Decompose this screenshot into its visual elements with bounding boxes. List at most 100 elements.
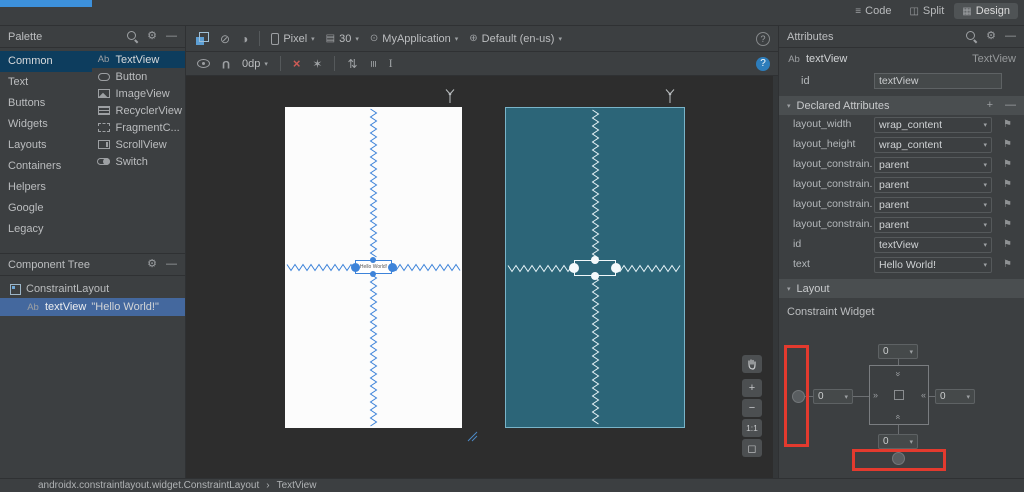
design-toolbar: ⊘ ◑ Pixel ▾ ▤ 30 ▾ ⊙ MyApplication ▾ ⊕ D…	[186, 26, 778, 52]
tab-code[interactable]: ≡ Code	[847, 3, 899, 19]
palette-category-widgets[interactable]: Widgets	[0, 114, 92, 135]
resize-handle-icon[interactable]	[466, 430, 478, 442]
palette-item-switch[interactable]: Switch	[92, 153, 186, 170]
constraint-chevron-right[interactable]: «	[921, 391, 926, 400]
locale-selector[interactable]: ⊕ Default (en-us) ▾	[469, 33, 562, 45]
anchor-bottom[interactable]	[370, 271, 376, 277]
breadcrumb-constraintlayout[interactable]: androidx.constraintlayout.widget.Constra…	[38, 480, 259, 491]
tab-split[interactable]: ◫ Split	[901, 3, 952, 19]
palette-category-common[interactable]: Common	[0, 51, 92, 72]
attr-value-combo[interactable]: wrap_content ▾	[874, 137, 992, 153]
flag-icon[interactable]: ⚑	[1003, 139, 1012, 150]
section-layout[interactable]: ▾ Layout	[779, 279, 1024, 298]
infer-constraints-icon[interactable]: ✶	[312, 58, 322, 70]
constraint-chevron-top[interactable]: »	[894, 371, 904, 375]
pack-icon[interactable]: ⇅	[347, 58, 357, 70]
palette-item-imageview[interactable]: ImageView	[92, 85, 186, 102]
guidelines-icon[interactable]: I	[389, 56, 393, 71]
minimize-icon[interactable]: —	[166, 259, 177, 270]
attr-value-combo[interactable]: parent ▾	[874, 177, 992, 193]
palette-category-layouts[interactable]: Layouts	[0, 135, 92, 156]
tab-design[interactable]: ▦ Design	[954, 3, 1018, 19]
section-declared-attributes[interactable]: ▾ Declared Attributes + —	[779, 96, 1024, 115]
ui-mode-icon[interactable]: ◑	[241, 33, 248, 45]
tree-item-constraintlayout[interactable]: ConstraintLayout	[0, 280, 185, 298]
pan-button[interactable]	[742, 355, 762, 373]
constraint-chevron-bottom[interactable]: «	[894, 414, 904, 418]
palette-category-containers[interactable]: Containers	[0, 156, 92, 177]
design-surface-icon[interactable]	[196, 32, 209, 45]
clear-constraints-icon[interactable]: ×	[293, 56, 301, 71]
anchor-right[interactable]	[611, 263, 621, 273]
autoconnect-magnet-icon[interactable]: U	[222, 58, 230, 70]
help-icon[interactable]: ?	[756, 57, 770, 71]
palette-item-button[interactable]: Button	[92, 68, 186, 85]
api-selector[interactable]: ▤ 30 ▾	[326, 33, 359, 45]
anchor-left[interactable]	[351, 263, 360, 272]
add-attribute-icon[interactable]: +	[987, 100, 993, 111]
minimize-icon[interactable]: —	[166, 31, 177, 42]
gear-icon[interactable]: ⚙	[986, 31, 996, 42]
constraint-widget-square[interactable]: » « » «	[869, 365, 929, 425]
margin-left-combo[interactable]: 0 ▾	[813, 389, 853, 404]
palette-category-helpers[interactable]: Helpers	[0, 177, 92, 198]
attr-value-combo[interactable]: parent ▾	[874, 217, 992, 233]
zoom-to-fit-button[interactable]: ◻	[742, 439, 762, 457]
search-icon[interactable]	[127, 31, 138, 42]
flag-icon[interactable]: ⚑	[1003, 199, 1012, 210]
tree-item-textview[interactable]: Ab textView "Hello World!"	[0, 298, 185, 316]
flag-icon[interactable]: ⚑	[1003, 259, 1012, 270]
attr-row-id: id textView ▾ ⚑	[793, 237, 1012, 253]
flag-icon[interactable]: ⚑	[1003, 219, 1012, 230]
constraint-chevron-left[interactable]: »	[873, 391, 878, 400]
design-canvas[interactable]: Hello World! + − 1:1 ◻	[186, 76, 778, 478]
view-options-icon[interactable]	[197, 59, 210, 68]
margin-top-combo[interactable]: 0 ▾	[878, 344, 918, 359]
device-screen-design[interactable]: Hello World!	[285, 107, 462, 428]
flag-icon[interactable]: ⚑	[1003, 159, 1012, 170]
palette-category-google[interactable]: Google	[0, 198, 92, 219]
remove-attribute-icon[interactable]: —	[1005, 100, 1016, 111]
flag-icon[interactable]: ⚑	[1003, 119, 1012, 130]
margin-right-combo[interactable]: 0 ▾	[935, 389, 975, 404]
palette-title: Palette	[8, 30, 43, 43]
issues-icon[interactable]: ?	[756, 32, 770, 46]
palette-category-text[interactable]: Text	[0, 72, 92, 93]
zoom-out-button[interactable]: −	[742, 399, 762, 417]
flag-icon[interactable]: ⚑	[1003, 179, 1012, 190]
palette-item-recyclerview[interactable]: RecyclerView	[92, 102, 186, 119]
flag-icon[interactable]: ⚑	[1003, 239, 1012, 250]
align-icon[interactable]: ≡	[366, 60, 380, 67]
breadcrumb-textview[interactable]: TextView	[277, 480, 317, 491]
anchor-left[interactable]	[569, 263, 579, 273]
palette-category-buttons[interactable]: Buttons	[0, 93, 92, 114]
attr-value-combo[interactable]: Hello World! ▾	[874, 257, 992, 273]
gear-icon[interactable]: ⚙	[147, 259, 157, 270]
minimize-icon[interactable]: —	[1005, 31, 1016, 42]
default-margin-selector[interactable]: 0dp ▾	[242, 58, 268, 70]
margin-bottom-combo[interactable]: 0 ▾	[878, 434, 918, 449]
palette-item-textview[interactable]: Ab TextView	[91, 51, 185, 68]
device-screen-blueprint[interactable]	[505, 107, 685, 428]
id-input[interactable]	[874, 73, 1002, 89]
attr-value-combo[interactable]: parent ▾	[874, 197, 992, 213]
delete-bottom-constraint-button[interactable]	[892, 452, 905, 465]
device-selector[interactable]: Pixel ▾	[271, 32, 315, 45]
anchor-top[interactable]	[370, 257, 376, 263]
zoom-in-button[interactable]: +	[742, 379, 762, 397]
attr-value-combo[interactable]: wrap_content ▾	[874, 117, 992, 133]
palette-item-fragment[interactable]: FragmentC...	[92, 119, 186, 136]
zoom-actual-size-button[interactable]: 1:1	[742, 419, 762, 437]
search-icon[interactable]	[966, 31, 977, 42]
theme-selector[interactable]: ⊙ MyApplication ▾	[370, 33, 458, 45]
anchor-bottom[interactable]	[591, 272, 599, 280]
palette-category-legacy[interactable]: Legacy	[0, 219, 92, 240]
anchor-top[interactable]	[591, 256, 599, 264]
anchor-right[interactable]	[388, 263, 397, 272]
gear-icon[interactable]: ⚙	[147, 31, 157, 42]
attr-value-combo[interactable]: textView ▾	[874, 237, 992, 253]
palette-item-scrollview[interactable]: ScrollView	[92, 136, 186, 153]
attr-value-combo[interactable]: parent ▾	[874, 157, 992, 173]
night-mode-icon[interactable]: ⊘	[220, 33, 230, 45]
delete-left-constraint-button[interactable]	[792, 390, 805, 403]
